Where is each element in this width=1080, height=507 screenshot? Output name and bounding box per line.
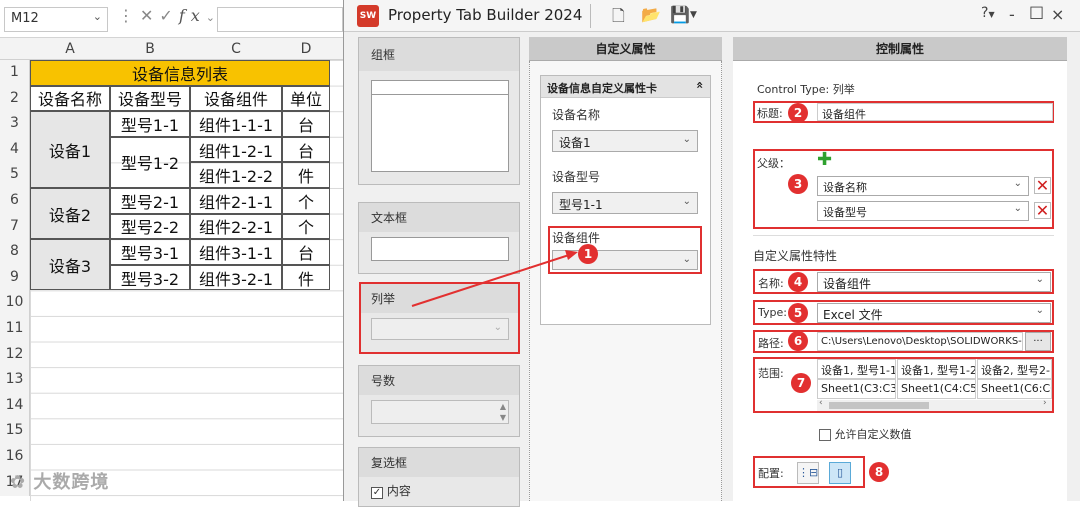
cancel-icon[interactable]: ✕ xyxy=(140,6,159,25)
row-header[interactable]: 7 xyxy=(0,214,29,240)
row-header[interactable]: 12 xyxy=(0,342,29,368)
unit-cell[interactable]: 件 xyxy=(282,162,330,188)
component-cell[interactable]: 组件2-1-1 xyxy=(190,188,282,214)
unit-cell[interactable]: 台 xyxy=(282,136,330,163)
row-headers: 1 2 3 4 5 6 7 8 9 10 11 12 13 14 15 16 1… xyxy=(0,60,30,496)
unit-cell[interactable]: 台 xyxy=(282,239,330,265)
model-cell[interactable]: 型号3-2 xyxy=(110,264,190,291)
model-cell[interactable]: 型号2-1 xyxy=(110,188,190,214)
col-header-e[interactable] xyxy=(330,38,343,60)
row-header[interactable]: 15 xyxy=(0,418,29,444)
header-cell[interactable]: 单位 xyxy=(282,85,330,112)
header-cell[interactable]: 设备型号 xyxy=(110,85,190,112)
property-tab-builder-window: SW Property Tab Builder 2024 🗋 📂 💾 ▼ ?▼ … xyxy=(343,0,1080,507)
excel-window: M12 ⌄ ⋮✕✓fx⌄ A B C D 1 2 3 4 5 6 7 8 9 10… xyxy=(0,0,343,501)
row-header[interactable]: 10 xyxy=(0,290,29,316)
row-header[interactable]: 14 xyxy=(0,393,29,419)
row-header[interactable]: 5 xyxy=(0,162,29,188)
col-header-a[interactable]: A xyxy=(30,38,110,60)
table-title[interactable]: 设备信息列表 xyxy=(30,60,330,86)
device-cell[interactable]: 设备3 xyxy=(30,239,110,291)
chevron-down-icon[interactable]: ⌄ xyxy=(93,10,102,23)
row-header[interactable]: 13 xyxy=(0,367,29,393)
row-header[interactable]: 1 xyxy=(0,60,29,86)
row-header[interactable]: 11 xyxy=(0,316,29,342)
confirm-icon[interactable]: ✓ xyxy=(159,6,178,25)
row-header[interactable]: 3 xyxy=(0,111,29,137)
header-cell[interactable]: 设备组件 xyxy=(190,85,282,112)
watermark: ✿ 大数跨境 xyxy=(10,472,110,493)
more-icon[interactable]: ⋮ xyxy=(118,6,140,25)
col-header-b[interactable]: B xyxy=(110,38,190,60)
row-header[interactable]: 2 xyxy=(0,86,29,112)
col-header-d[interactable]: D xyxy=(282,38,330,60)
unit-cell[interactable]: 件 xyxy=(282,264,330,291)
row-header[interactable]: 6 xyxy=(0,188,29,214)
unit-cell[interactable]: 个 xyxy=(282,188,330,214)
model-cell[interactable]: 型号1-1 xyxy=(110,111,190,137)
unit-cell[interactable]: 个 xyxy=(282,213,330,240)
formula-input[interactable] xyxy=(217,7,343,32)
unit-cell[interactable]: 台 xyxy=(282,111,330,137)
header-cell[interactable]: 设备名称 xyxy=(30,85,110,112)
row-header[interactable]: 4 xyxy=(0,137,29,163)
watermark-logo-icon: ✿ xyxy=(10,472,27,493)
model-cell[interactable]: 型号2-2 xyxy=(110,213,190,240)
name-box[interactable]: M12 ⌄ xyxy=(4,7,108,32)
formula-bar: M12 ⌄ ⋮✕✓fx⌄ xyxy=(0,0,343,38)
model-cell[interactable]: 型号3-1 xyxy=(110,239,190,265)
row-header[interactable]: 9 xyxy=(0,265,29,291)
component-cell[interactable]: 组件1-2-2 xyxy=(190,162,282,188)
row-header[interactable]: 16 xyxy=(0,444,29,470)
formula-icons: ⋮✕✓fx⌄ xyxy=(118,6,221,25)
component-cell[interactable]: 组件1-1-1 xyxy=(190,111,282,137)
drag-arrow xyxy=(411,250,578,307)
component-cell[interactable]: 组件1-2-1 xyxy=(190,136,282,163)
device-cell[interactable]: 设备1 xyxy=(30,111,110,188)
select-all[interactable] xyxy=(0,38,30,60)
model-cell[interactable]: 型号1-2 xyxy=(110,136,190,188)
component-cell[interactable]: 组件3-1-1 xyxy=(190,239,282,265)
fx-icon[interactable]: fx xyxy=(179,6,206,25)
component-cell[interactable]: 组件2-2-1 xyxy=(190,213,282,240)
component-cell[interactable]: 组件3-2-1 xyxy=(190,264,282,291)
row-header[interactable]: 8 xyxy=(0,239,29,265)
device-cell[interactable]: 设备2 xyxy=(30,188,110,240)
col-header-c[interactable]: C xyxy=(190,38,282,60)
